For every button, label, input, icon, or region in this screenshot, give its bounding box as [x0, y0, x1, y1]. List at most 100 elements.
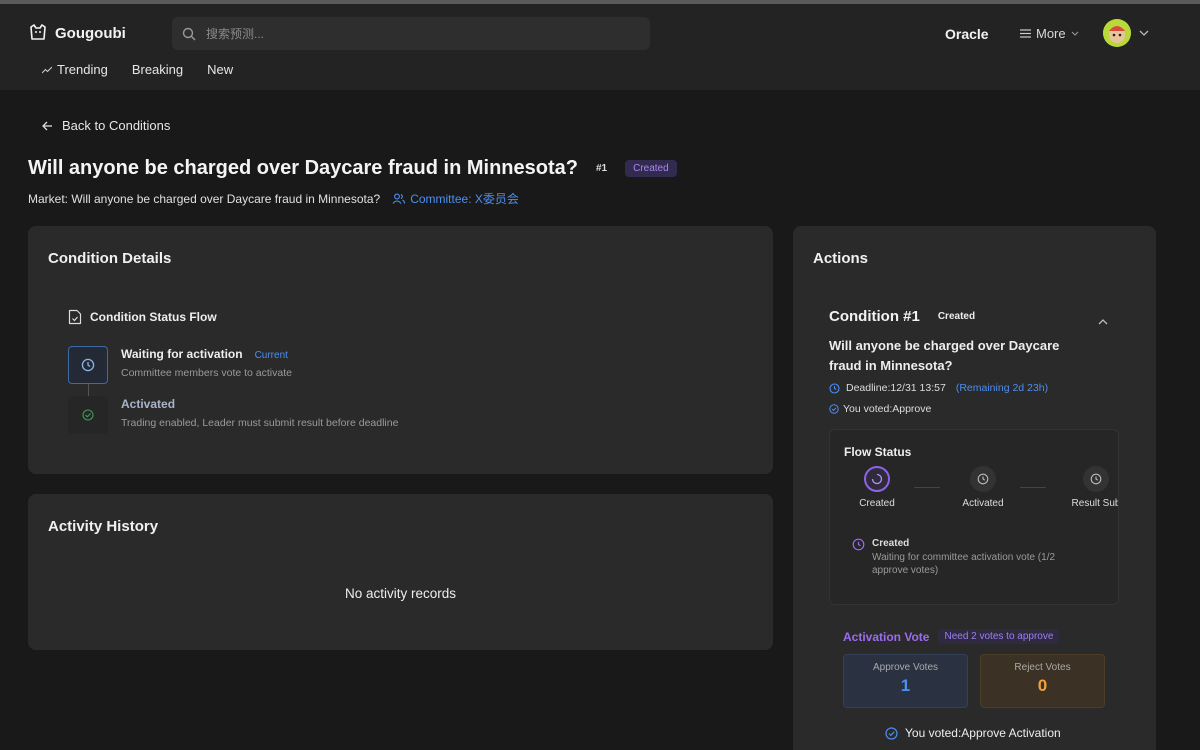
oracle-link[interactable]: Oracle	[945, 26, 989, 42]
more-menu[interactable]: More	[1020, 26, 1079, 41]
status-flow-heading: Condition Status Flow	[68, 309, 217, 325]
market-row: Market: Will anyone be charged over Dayc…	[28, 190, 519, 207]
step-activated-desc: Trading enabled, Leader must submit resu…	[121, 417, 399, 429]
status-badge: Created	[625, 160, 677, 177]
approve-votes-box: Approve Votes 1	[843, 654, 968, 708]
flow-step-created-label: Created	[859, 498, 895, 509]
clock-icon	[81, 358, 95, 372]
dog-logo-icon	[30, 24, 46, 40]
check-circle-icon	[829, 404, 839, 414]
check-circle-icon	[885, 726, 898, 740]
title-row: Will anyone be charged over Daycare frau…	[28, 157, 677, 180]
nav-trending[interactable]: Trending	[42, 62, 108, 77]
step-activated-icon-box	[68, 396, 108, 434]
flow-step-result-circle	[1083, 466, 1109, 492]
current-tag: Current	[254, 350, 288, 361]
nav-new[interactable]: New	[207, 62, 233, 77]
collapse-button[interactable]	[1098, 312, 1108, 330]
flow-step-created-circle	[864, 466, 890, 492]
flow-connector	[1020, 487, 1046, 488]
approve-votes-label: Approve Votes	[872, 662, 939, 673]
check-circle-icon	[82, 409, 94, 421]
step-waiting-desc: Committee members vote to activate	[121, 367, 292, 379]
flow-status-title: Flow Status	[844, 445, 912, 459]
step-connector	[88, 384, 89, 396]
flow-step-activated: Activated	[938, 466, 1028, 509]
step-waiting-label: Waiting for activation	[121, 347, 243, 361]
logo-text: Gougoubi	[55, 24, 126, 42]
approve-votes-count: 1	[900, 676, 911, 695]
reject-votes-count: 0	[1037, 676, 1048, 695]
voted-row: You voted:Approve	[829, 403, 931, 415]
page-title: Will anyone be charged over Daycare frau…	[28, 157, 578, 179]
back-label: Back to Conditions	[62, 118, 171, 133]
market-text: Market: Will anyone be charged over Dayc…	[28, 191, 381, 206]
search-input[interactable]	[206, 26, 626, 41]
step-activated-title: Activated	[121, 397, 176, 411]
chevron-down-icon	[1139, 30, 1149, 36]
activation-vote-title: Activation Vote	[843, 629, 930, 644]
arrow-left-icon	[42, 121, 52, 130]
menu-icon	[1020, 29, 1031, 38]
chevron-up-icon	[1098, 319, 1108, 325]
clock-icon	[829, 382, 840, 394]
activity-history-card: Activity History No activity records	[28, 494, 773, 650]
remaining-text: (Remaining 2d 23h)	[955, 382, 1049, 394]
flow-status-box: Flow Status Created Activated Result Sub…	[829, 429, 1119, 605]
step-waiting-icon-box	[68, 346, 108, 384]
more-label: More	[1036, 26, 1066, 41]
flow-detail: Created Waiting for committee activation…	[852, 538, 1082, 577]
committee-link[interactable]: Committee: X委员会	[392, 190, 519, 207]
condition-details-card: Condition Details Condition Status Flow …	[28, 226, 773, 474]
avatar-image	[1103, 19, 1131, 47]
nav-breaking[interactable]: Breaking	[132, 62, 183, 77]
avatar[interactable]	[1103, 19, 1131, 47]
condition-header: Condition #1 Created	[829, 308, 975, 325]
flow-step-activated-label: Activated	[962, 498, 1004, 509]
clock-icon	[1090, 473, 1102, 485]
flow-detail-desc: Waiting for committee activation vote (1…	[872, 552, 1056, 576]
condition-status: Created	[937, 311, 976, 322]
step-waiting-title: Waiting for activation Current	[121, 347, 288, 361]
search-icon	[182, 27, 196, 40]
clock-icon	[852, 538, 865, 551]
flow-detail-title: Created	[872, 538, 910, 549]
loading-icon	[871, 473, 883, 485]
votes-needed-badge: Need 2 votes to approve	[938, 629, 1060, 644]
empty-state-text: No activity records	[344, 586, 457, 601]
condition-question: Will anyone be charged over Daycare frau…	[829, 338, 1060, 373]
nav-trending-label: Trending	[57, 62, 108, 77]
flow-step-result: Result Sub	[1051, 466, 1119, 509]
flow-step-result-label: Result Sub	[1071, 498, 1119, 509]
condition-number: #1	[595, 163, 608, 174]
users-icon	[392, 193, 406, 204]
logo[interactable]: Gougoubi	[28, 23, 126, 43]
actions-title: Actions	[813, 250, 869, 267]
you-voted-text: You voted:Approve Activation	[905, 726, 1061, 740]
nav-breaking-label: Breaking	[131, 62, 184, 77]
you-voted-row: You voted:Approve Activation	[885, 726, 1061, 740]
search-bar[interactable]	[172, 17, 650, 50]
clock-icon	[977, 473, 989, 485]
condition-details-title: Condition Details	[48, 250, 172, 267]
document-check-icon	[68, 309, 82, 325]
flow-step-created: Created	[832, 466, 922, 509]
status-flow-label: Condition Status Flow	[90, 310, 217, 324]
back-to-conditions-link[interactable]: Back to Conditions	[42, 118, 170, 133]
reject-votes-box: Reject Votes 0	[980, 654, 1105, 708]
activity-history-title: Activity History	[48, 518, 159, 535]
flow-connector	[914, 487, 940, 488]
activation-vote-header: Activation Vote Need 2 votes to approve	[843, 629, 1060, 644]
voted-text: You voted:Approve	[843, 403, 932, 415]
chevron-down-icon	[1071, 31, 1079, 36]
deadline-text: Deadline:12/31 13:57	[846, 382, 946, 394]
flow-step-activated-circle	[970, 466, 996, 492]
main-nav: Trending Breaking New	[42, 62, 233, 77]
condition-title: Condition #1	[829, 308, 920, 325]
actions-card: Actions Condition #1 Created Will anyone…	[793, 226, 1156, 750]
user-menu[interactable]	[1103, 19, 1149, 47]
committee-label: Committee: X委员会	[410, 192, 519, 206]
reject-votes-label: Reject Votes	[1014, 662, 1071, 673]
trending-icon	[42, 66, 52, 73]
deadline-row: Deadline:12/31 13:57 (Remaining 2d 23h)	[829, 382, 1048, 394]
